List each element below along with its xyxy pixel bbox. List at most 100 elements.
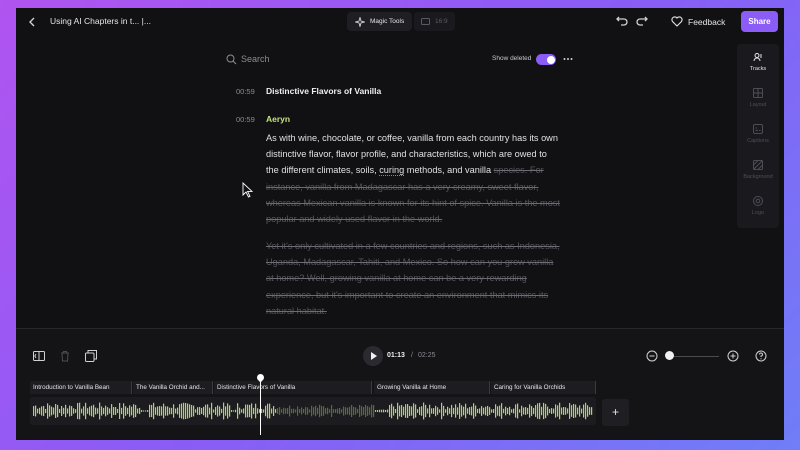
transcript-paragraph[interactable]: Yet it's only cultivated in a few countr… xyxy=(266,238,562,319)
redo-icon xyxy=(636,16,648,26)
waveform-bar xyxy=(145,410,147,412)
waveform-bar xyxy=(537,403,539,419)
waveform-bar xyxy=(193,405,195,417)
waveform-bar xyxy=(455,404,457,418)
playhead[interactable] xyxy=(260,377,261,435)
side-item-label: Tracks xyxy=(749,66,767,72)
timeline-chapter[interactable]: Introduction to Vanilla Bean xyxy=(30,381,132,394)
help-icon[interactable] xyxy=(755,350,767,362)
waveform-bar xyxy=(541,406,543,416)
waveform-bar xyxy=(349,406,351,416)
audio-waveform[interactable] xyxy=(30,397,596,425)
deleted-text[interactable]: Yet it's only cultivated in a few countr… xyxy=(266,241,560,316)
waveform-bar xyxy=(419,406,421,416)
zoom-out-icon[interactable] xyxy=(646,350,658,362)
more-options-button[interactable] xyxy=(562,53,574,65)
timeline-chapter[interactable]: Distinctive Flavors of Vanilla xyxy=(214,381,372,394)
sparkle-icon xyxy=(355,16,365,27)
timeline-chapter[interactable]: Growing Vanilla at Home xyxy=(374,381,490,394)
side-item-tracks[interactable]: Tracks xyxy=(737,52,779,82)
feedback-button[interactable]: Feedback xyxy=(671,13,725,30)
magic-tools-button[interactable]: Magic Tools xyxy=(347,12,413,31)
waveform-bar xyxy=(527,407,529,415)
waveform-bar xyxy=(465,403,467,419)
waveform-bar xyxy=(161,406,163,416)
zoom-slider-handle[interactable] xyxy=(665,351,674,360)
timeline-chapter[interactable]: The Vanilla Orchid and... xyxy=(133,381,213,394)
zoom-in-icon[interactable] xyxy=(727,350,739,362)
waveform-bar xyxy=(81,408,83,414)
waveform-bar xyxy=(551,408,553,414)
chapter-heading[interactable]: Distinctive Flavors of Vanilla xyxy=(266,86,381,96)
waveform-bar xyxy=(273,406,275,416)
waveform-bar xyxy=(155,407,157,415)
show-deleted-label: Show deleted xyxy=(492,55,532,62)
waveform-bar xyxy=(563,407,565,415)
waveform-bar xyxy=(439,409,441,413)
waveform-bar xyxy=(359,405,361,417)
waveform-bar xyxy=(165,406,167,416)
side-item-layout[interactable]: Layout xyxy=(737,88,779,118)
waveform-bar xyxy=(147,410,149,412)
waveform-bar xyxy=(397,402,399,420)
split-view-icon[interactable] xyxy=(32,349,46,363)
waveform-bar xyxy=(413,403,415,419)
waveform-bar xyxy=(411,406,413,416)
waveform-bar xyxy=(533,407,535,415)
waveform-bar xyxy=(471,406,473,416)
logo-icon xyxy=(753,196,763,206)
waveform-bar xyxy=(127,407,129,415)
duplicate-icon[interactable] xyxy=(84,349,98,363)
add-clip-button[interactable]: + xyxy=(602,399,629,426)
waveform-bar xyxy=(567,408,569,414)
waveform-bar xyxy=(63,407,65,415)
waveform-bar xyxy=(307,407,309,415)
waveform-bar xyxy=(385,409,387,413)
chapter-timestamp[interactable]: 00:59 xyxy=(236,87,255,96)
aspect-ratio-label: 16:9 xyxy=(435,18,448,25)
waveform-bar xyxy=(65,404,67,418)
side-item-logo[interactable]: Logo xyxy=(737,196,779,226)
waveform-bar xyxy=(405,404,407,418)
speaker-name[interactable]: Aeryn xyxy=(266,114,290,124)
back-button[interactable] xyxy=(24,14,40,30)
play-button[interactable] xyxy=(363,346,383,366)
transcript-paragraph[interactable]: As with wine, chocolate, or coffee, vani… xyxy=(266,130,562,227)
zoom-slider-track[interactable] xyxy=(667,355,719,357)
side-item-captions[interactable]: Captions xyxy=(737,124,779,154)
heart-icon xyxy=(671,16,683,27)
waveform-bar xyxy=(233,410,235,412)
waveform-bar xyxy=(575,404,577,418)
flagged-word[interactable]: curing xyxy=(379,165,404,175)
waveform-bar xyxy=(467,408,469,414)
search-input[interactable] xyxy=(241,52,441,66)
side-item-background[interactable]: Background xyxy=(737,160,779,190)
waveform-bar xyxy=(189,404,191,418)
waveform-bar xyxy=(577,407,579,415)
waveform-bar xyxy=(135,404,137,418)
waveform-bar xyxy=(151,404,153,418)
waveform-bar xyxy=(491,409,493,413)
waveform-bar xyxy=(549,408,551,414)
trash-icon[interactable] xyxy=(58,349,72,363)
waveform-bar xyxy=(489,407,491,415)
share-button[interactable]: Share xyxy=(741,11,778,32)
undo-button[interactable] xyxy=(614,13,630,29)
waveform-bar xyxy=(43,405,45,417)
waveform-bar xyxy=(447,406,449,416)
waveform-bar xyxy=(133,404,135,418)
waveform-bar xyxy=(269,403,271,419)
document-title[interactable]: Using AI Chapters in t... |... xyxy=(50,16,151,26)
waveform-bar xyxy=(99,402,101,420)
show-deleted-toggle[interactable] xyxy=(536,54,556,65)
aspect-ratio-button[interactable]: 16:9 xyxy=(414,12,455,31)
speaker-timestamp[interactable]: 00:59 xyxy=(236,115,255,124)
waveform-bar xyxy=(301,407,303,415)
toggle-knob xyxy=(546,55,555,64)
waveform-bar xyxy=(357,408,359,414)
waveform-bar xyxy=(103,407,105,415)
redo-button[interactable] xyxy=(634,13,650,29)
waveform-bar xyxy=(251,403,253,419)
timeline-chapter[interactable]: Caring for Vanilla Orchids xyxy=(491,381,596,394)
waveform-bar xyxy=(149,404,151,418)
